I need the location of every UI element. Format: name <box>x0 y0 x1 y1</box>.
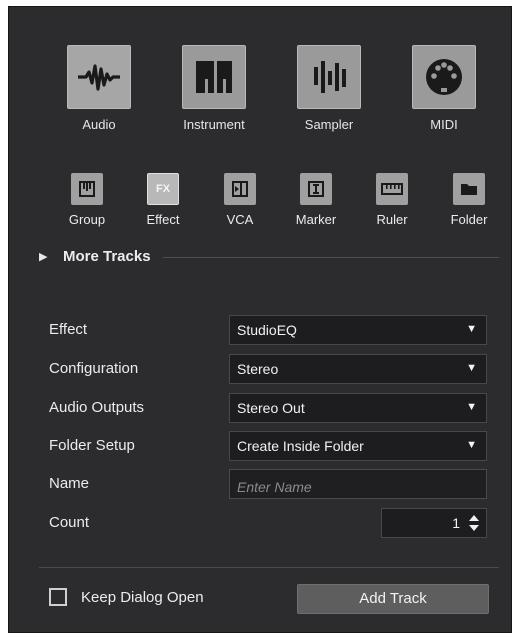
vca-label: VCA <box>226 212 254 227</box>
ruler-track-tile <box>376 173 408 205</box>
name-field-label: Name <box>49 475 90 492</box>
keep-dialog-open-checkbox[interactable] <box>49 588 67 606</box>
folder-track-button[interactable]: Folder <box>439 173 499 227</box>
sampler-bars-icon <box>314 61 346 93</box>
vca-track-tile <box>224 173 256 205</box>
secondary-track-type-row: Group FX Effect VCA Marker Ruler Folder <box>57 173 507 233</box>
group-track-tile <box>71 173 103 205</box>
effect-label: Effect <box>146 212 180 227</box>
audio-outputs-select-value: Stereo Out <box>237 400 305 416</box>
effect-select-value: StudioEQ <box>237 322 297 338</box>
group-icon <box>79 181 95 197</box>
configuration-row: Configuration Stereo ▼ <box>49 354 497 384</box>
vca-track-button[interactable]: VCA <box>210 173 270 227</box>
audio-outputs-select[interactable]: Stereo Out ▼ <box>229 393 487 423</box>
add-track-dialog: Audio Instrument Sampler MIDI Group FX E… <box>8 6 512 633</box>
marker-track-button[interactable]: Marker <box>286 173 346 227</box>
midi-track-button[interactable]: MIDI <box>394 45 494 132</box>
track-type-row: Audio Instrument Sampler MIDI <box>49 45 489 141</box>
more-tracks-label: More Tracks <box>63 247 151 265</box>
count-row: Count 1 <box>49 508 497 538</box>
group-label: Group <box>68 212 106 227</box>
folder-setup-select-value: Create Inside Folder <box>237 438 364 454</box>
group-track-button[interactable]: Group <box>57 173 117 227</box>
expand-triangle-icon: ▶ <box>39 250 48 263</box>
configuration-field-label: Configuration <box>49 360 139 377</box>
count-field-label: Count <box>49 514 90 531</box>
name-input[interactable] <box>229 469 487 499</box>
audio-track-button[interactable]: Audio <box>49 45 149 132</box>
dropdown-arrow-icon: ▼ <box>466 401 477 413</box>
footer-divider <box>39 567 499 568</box>
dropdown-arrow-icon: ▼ <box>466 362 477 374</box>
sampler-label: Sampler <box>304 117 354 132</box>
dropdown-arrow-icon: ▼ <box>466 323 477 335</box>
sampler-track-tile <box>297 45 361 109</box>
marker-track-tile <box>300 173 332 205</box>
instrument-track-button[interactable]: Instrument <box>164 45 264 132</box>
sampler-track-button[interactable]: Sampler <box>279 45 379 132</box>
more-tracks-toggle[interactable]: ▶ More Tracks <box>39 244 499 268</box>
configuration-select[interactable]: Stereo ▼ <box>229 354 487 384</box>
keep-dialog-open-label[interactable]: Keep Dialog Open <box>81 589 204 606</box>
name-row: Name <box>49 469 497 499</box>
section-divider-line <box>162 256 499 258</box>
count-value: 1 <box>452 515 460 531</box>
configuration-select-value: Stereo <box>237 361 279 377</box>
piano-keys-icon <box>196 61 232 93</box>
instrument-label: Instrument <box>183 117 245 132</box>
midi-track-tile <box>412 45 476 109</box>
spin-arrows-icon[interactable] <box>468 513 480 533</box>
midi-label: MIDI <box>430 117 458 132</box>
folder-setup-field-label: Folder Setup <box>49 437 135 454</box>
ruler-icon <box>381 183 403 195</box>
effect-track-button[interactable]: FX Effect <box>133 173 193 227</box>
folder-icon <box>461 184 477 195</box>
audio-waveform-icon <box>78 64 120 91</box>
effect-track-tile: FX <box>147 173 179 205</box>
ruler-track-button[interactable]: Ruler <box>362 173 422 227</box>
effect-select[interactable]: StudioEQ ▼ <box>229 315 487 345</box>
audio-outputs-field-label: Audio Outputs <box>49 399 145 416</box>
effect-row: Effect StudioEQ ▼ <box>49 315 497 345</box>
dropdown-arrow-icon: ▼ <box>466 439 477 451</box>
audio-track-tile <box>67 45 131 109</box>
marker-label: Marker <box>295 212 337 227</box>
instrument-track-tile <box>182 45 246 109</box>
marker-icon <box>308 181 324 197</box>
ruler-label: Ruler <box>376 212 408 227</box>
audio-outputs-row: Audio Outputs Stereo Out ▼ <box>49 393 497 423</box>
midi-connector-icon <box>426 59 462 95</box>
effect-field-label: Effect <box>49 321 88 338</box>
folder-setup-row: Folder Setup Create Inside Folder ▼ <box>49 431 497 461</box>
add-track-button[interactable]: Add Track <box>297 584 489 614</box>
audio-label: Audio <box>82 117 116 132</box>
folder-track-tile <box>453 173 485 205</box>
count-stepper[interactable]: 1 <box>381 508 487 538</box>
folder-setup-select[interactable]: Create Inside Folder ▼ <box>229 431 487 461</box>
fx-icon: FX <box>155 183 171 195</box>
vca-icon <box>232 181 248 197</box>
folder-label: Folder <box>450 212 488 227</box>
